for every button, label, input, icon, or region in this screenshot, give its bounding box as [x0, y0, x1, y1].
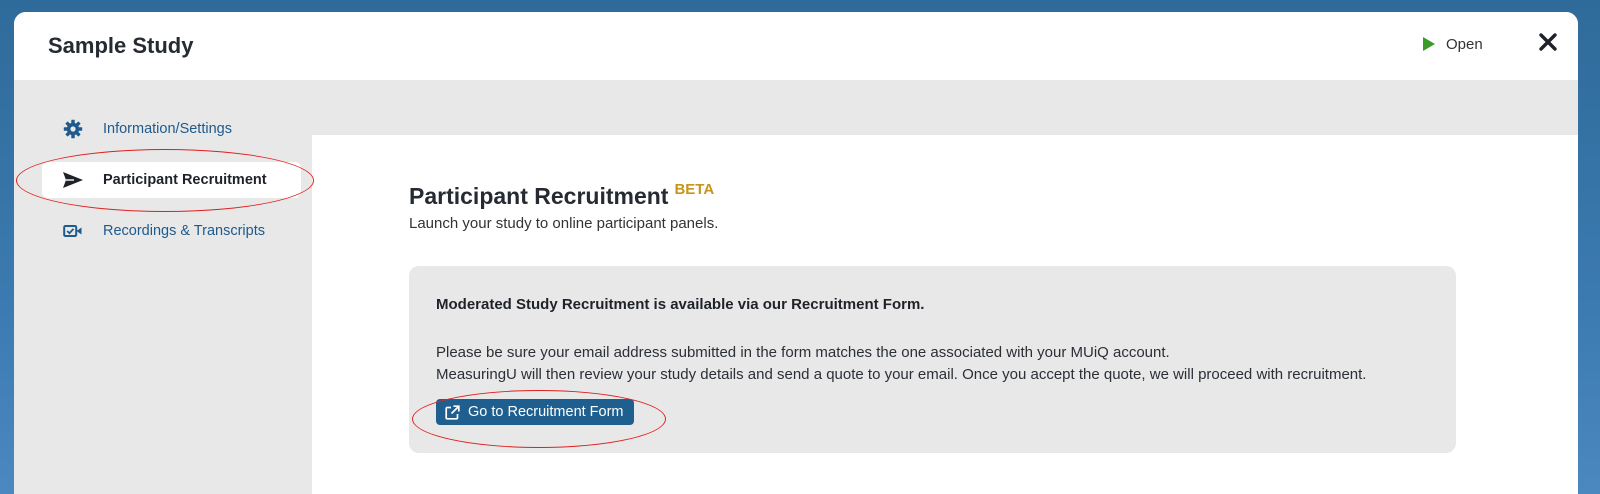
sidebar-item-label: Participant Recruitment — [103, 172, 267, 188]
main-content: Participant Recruitment BETA Launch your … — [312, 135, 1578, 494]
sidebar-item-label: Recordings & Transcripts — [103, 223, 265, 239]
page-title-text: Participant Recruitment — [409, 183, 669, 209]
modal-body: Information/Settings Participant Recruit… — [14, 80, 1578, 494]
play-icon — [1422, 36, 1436, 52]
sidebar-item-participant-recruitment[interactable]: Participant Recruitment — [42, 162, 301, 198]
close-icon — [1538, 32, 1560, 52]
paper-plane-icon — [62, 169, 84, 191]
sidebar-item-recordings-transcripts[interactable]: Recordings & Transcripts — [42, 213, 301, 249]
button-label: Go to Recruitment Form — [468, 404, 624, 420]
study-modal: Sample Study Open Information/Settings P… — [14, 12, 1578, 494]
go-to-recruitment-form-button[interactable]: Go to Recruitment Form — [436, 399, 634, 425]
modal-header: Sample Study Open — [14, 12, 1578, 80]
external-link-icon — [445, 404, 460, 420]
sidebar-item-information-settings[interactable]: Information/Settings — [42, 111, 301, 147]
page-subtitle: Launch your study to online participant … — [409, 215, 719, 232]
close-button[interactable] — [1538, 32, 1560, 54]
info-box-title: Moderated Study Recruitment is available… — [436, 296, 925, 313]
page-title: Participant Recruitment BETA — [409, 181, 715, 210]
info-box-line-2: MeasuringU will then review your study d… — [436, 366, 1367, 383]
info-box-line-1: Please be sure your email address submit… — [436, 344, 1170, 361]
recruitment-info-box: Moderated Study Recruitment is available… — [409, 266, 1456, 453]
open-button[interactable]: Open — [1422, 33, 1483, 55]
sidebar-item-label: Information/Settings — [103, 121, 232, 137]
gear-icon — [62, 118, 84, 140]
beta-badge: BETA — [674, 181, 715, 198]
video-check-icon — [62, 220, 84, 242]
sidebar: Information/Settings Participant Recruit… — [14, 80, 312, 494]
modal-title: Sample Study — [48, 33, 194, 58]
open-label: Open — [1446, 35, 1483, 53]
